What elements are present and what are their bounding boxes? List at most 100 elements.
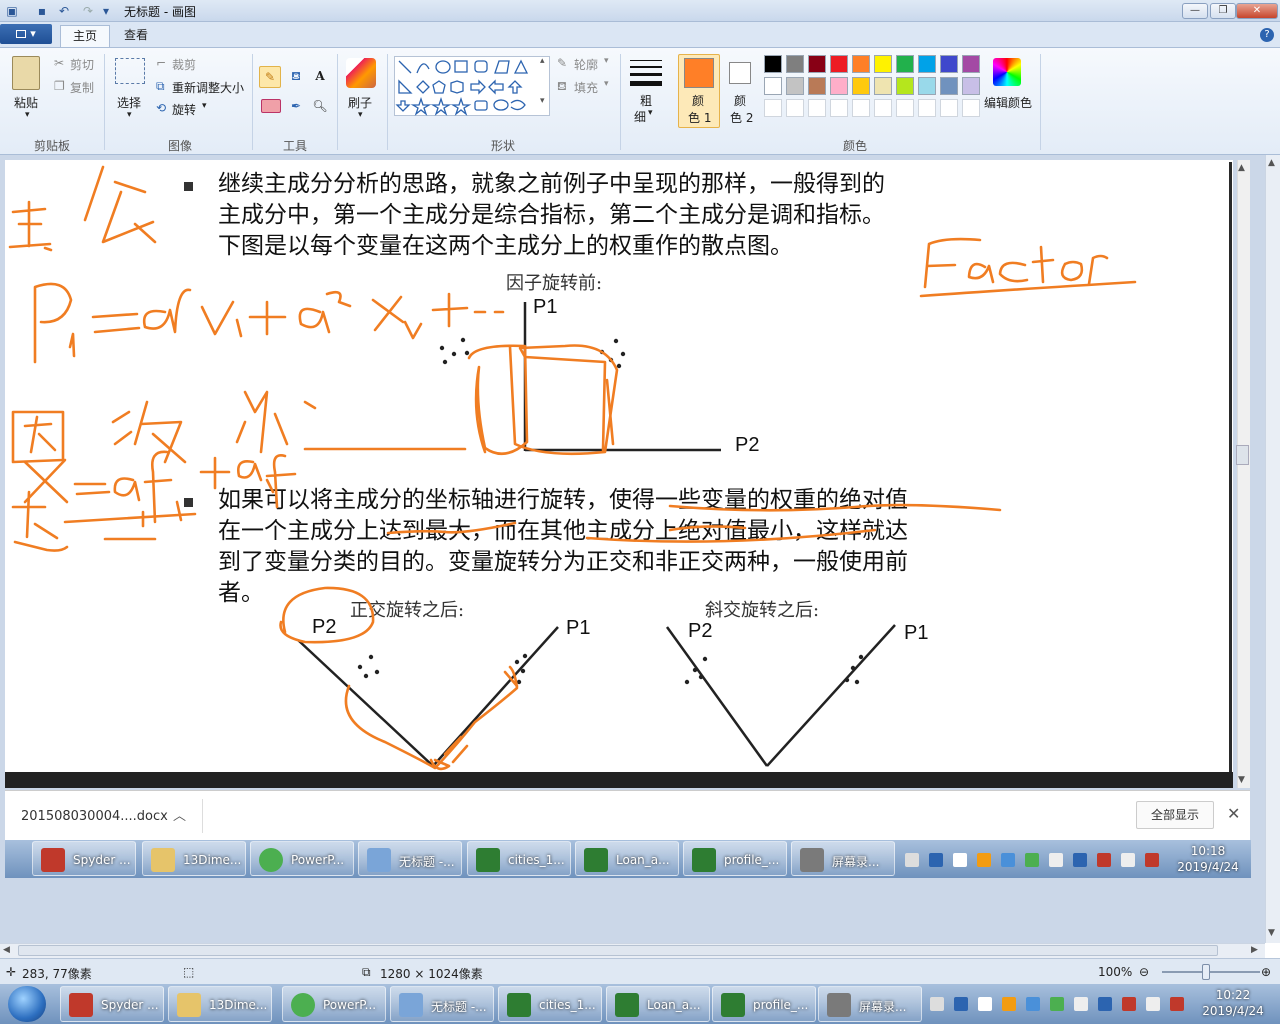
horizontal-scroll-thumb[interactable] [18, 945, 1218, 956]
palette-swatch[interactable] [830, 55, 848, 73]
palette-swatch-empty[interactable] [852, 99, 870, 117]
scroll-left-icon[interactable]: ◀ [3, 945, 10, 955]
minimize-button[interactable]: — [1182, 3, 1208, 19]
palette-swatch[interactable] [808, 77, 826, 95]
taskbar-item-button[interactable]: cities_1... [498, 986, 602, 1022]
paste-button[interactable]: 粘贴 [14, 94, 38, 111]
inner-taskbar-clock-date[interactable]: 2019/4/24 [1173, 859, 1243, 875]
inner-taskbar-tray-icon[interactable] [1073, 853, 1087, 867]
zoom-slider-track[interactable] [1162, 971, 1260, 973]
palette-swatch[interactable] [764, 77, 782, 95]
rotate-dropdown-icon[interactable]: ▾ [202, 101, 207, 111]
vertical-scrollbar[interactable] [1265, 155, 1280, 943]
color2-swatch[interactable] [729, 62, 751, 84]
palette-swatch[interactable] [918, 55, 936, 73]
palette-swatch-empty[interactable] [940, 99, 958, 117]
taskbar-tray-icon[interactable] [978, 997, 992, 1011]
paint-app-icon[interactable]: ▣ [4, 3, 20, 19]
customize-qat-icon[interactable]: ▾ [98, 3, 114, 19]
taskbar-item-button[interactable]: profile_... [712, 986, 816, 1022]
inner-taskbar-item-button[interactable]: Spyder ... [32, 841, 136, 876]
taskbar-item-button[interactable]: Spyder ... [60, 986, 164, 1022]
taskbar-tray-icon[interactable] [1026, 997, 1040, 1011]
inner-taskbar-tray-icon[interactable] [1097, 853, 1111, 867]
chevron-up-icon[interactable]: ︿ [173, 805, 186, 824]
inner-taskbar-item-button[interactable]: profile_... [683, 841, 787, 876]
palette-swatch[interactable] [918, 77, 936, 95]
taskbar-tray-icon[interactable] [1074, 997, 1088, 1011]
redo-icon[interactable]: ↷ [80, 3, 96, 19]
inner-taskbar-tray-icon[interactable] [1001, 853, 1015, 867]
palette-swatch[interactable] [830, 77, 848, 95]
inner-taskbar-tray-icon[interactable] [1121, 853, 1135, 867]
inner-scroll-down-icon[interactable]: ▼ [1238, 775, 1245, 785]
taskbar-item-button[interactable]: 无标题 -... [390, 986, 494, 1022]
palette-swatch-empty[interactable] [962, 99, 980, 117]
edit-colors-button[interactable]: 编辑颜色 [984, 94, 1032, 111]
inner-taskbar-tray-icon[interactable] [1145, 853, 1159, 867]
taskbar-item-button[interactable]: 屏幕录... [818, 986, 922, 1022]
palette-swatch-empty[interactable] [918, 99, 936, 117]
taskbar-item-button[interactable]: Loan_a... [606, 986, 710, 1022]
palette-swatch[interactable] [874, 77, 892, 95]
inner-taskbar-item-button[interactable]: 屏幕录... [791, 841, 895, 876]
fill-dropdown-icon[interactable]: ▾ [604, 79, 609, 89]
inner-taskbar-clock-time[interactable]: 10:18 [1173, 843, 1243, 859]
inner-taskbar-item-button[interactable]: 无标题 -... [358, 841, 462, 876]
tab-view[interactable]: 查看 [112, 25, 160, 47]
resize-button[interactable]: 重新调整大小 [172, 79, 244, 96]
palette-swatch-empty[interactable] [786, 99, 804, 117]
outline-dropdown-icon[interactable]: ▾ [604, 56, 609, 66]
brush-icon[interactable] [346, 58, 376, 88]
size-dropdown-icon[interactable]: ▾ [648, 108, 653, 118]
taskbar-tray-icon[interactable] [1122, 997, 1136, 1011]
save-icon[interactable]: ▪ [34, 3, 50, 19]
copy-button[interactable]: 复制 [70, 79, 94, 96]
tab-home[interactable]: 主页 [60, 25, 111, 47]
pencil-icon[interactable]: ✎ [259, 66, 281, 88]
help-icon[interactable]: ? [1260, 28, 1274, 42]
palette-swatch[interactable] [874, 55, 892, 73]
palette-swatch[interactable] [962, 77, 980, 95]
cut-button[interactable]: 剪切 [70, 56, 94, 73]
palette-swatch[interactable] [764, 55, 782, 73]
paste-dropdown-icon[interactable]: ▾ [25, 110, 30, 120]
zoom-in-icon[interactable]: ⊕ [1261, 965, 1271, 979]
palette-swatch[interactable] [940, 77, 958, 95]
inner-taskbar-tray-icon[interactable] [905, 853, 919, 867]
select-dropdown-icon[interactable]: ▾ [127, 110, 132, 120]
text-icon[interactable]: A [309, 66, 331, 88]
file-menu-button[interactable]: ▾ [0, 24, 52, 44]
zoom-slider-thumb[interactable] [1202, 964, 1210, 980]
taskbar-tray-icon[interactable] [930, 997, 944, 1011]
palette-swatch[interactable] [940, 55, 958, 73]
taskbar-item-button[interactable]: PowerP... [282, 986, 386, 1022]
start-button[interactable] [8, 986, 46, 1022]
palette-swatch-empty[interactable] [808, 99, 826, 117]
inner-vertical-scrollbar[interactable] [1237, 160, 1250, 788]
outline-button[interactable]: 轮廓 [574, 56, 598, 73]
fill-button[interactable]: 填充 [574, 79, 598, 96]
undo-icon[interactable]: ↶ [56, 3, 72, 19]
download-item[interactable]: 201508030004....docx [21, 809, 168, 824]
palette-swatch[interactable] [808, 55, 826, 73]
palette-swatch[interactable] [786, 55, 804, 73]
select-button[interactable]: 选择 [117, 94, 141, 111]
rotate-button[interactable]: 旋转 [172, 101, 196, 118]
brushes-button[interactable]: 刷子 [348, 94, 372, 111]
taskbar-clock-date[interactable]: 2019/4/24 [1198, 1003, 1268, 1019]
palette-swatch-empty[interactable] [764, 99, 782, 117]
palette-swatch-empty[interactable] [896, 99, 914, 117]
paste-icon[interactable] [12, 56, 40, 90]
close-icon[interactable]: ✕ [1227, 804, 1240, 823]
scroll-up-icon[interactable]: ▲ [1268, 158, 1275, 168]
taskbar-tray-icon[interactable] [1050, 997, 1064, 1011]
taskbar-tray-icon[interactable] [1170, 997, 1184, 1011]
color-picker-icon[interactable]: ✒ [285, 96, 307, 118]
palette-swatch-empty[interactable] [830, 99, 848, 117]
crop-button[interactable]: 裁剪 [172, 56, 196, 73]
show-all-button[interactable]: 全部显示 [1136, 801, 1214, 829]
shapes-gallery[interactable] [394, 56, 550, 116]
palette-swatch[interactable] [896, 55, 914, 73]
inner-taskbar-tray-icon[interactable] [953, 853, 967, 867]
